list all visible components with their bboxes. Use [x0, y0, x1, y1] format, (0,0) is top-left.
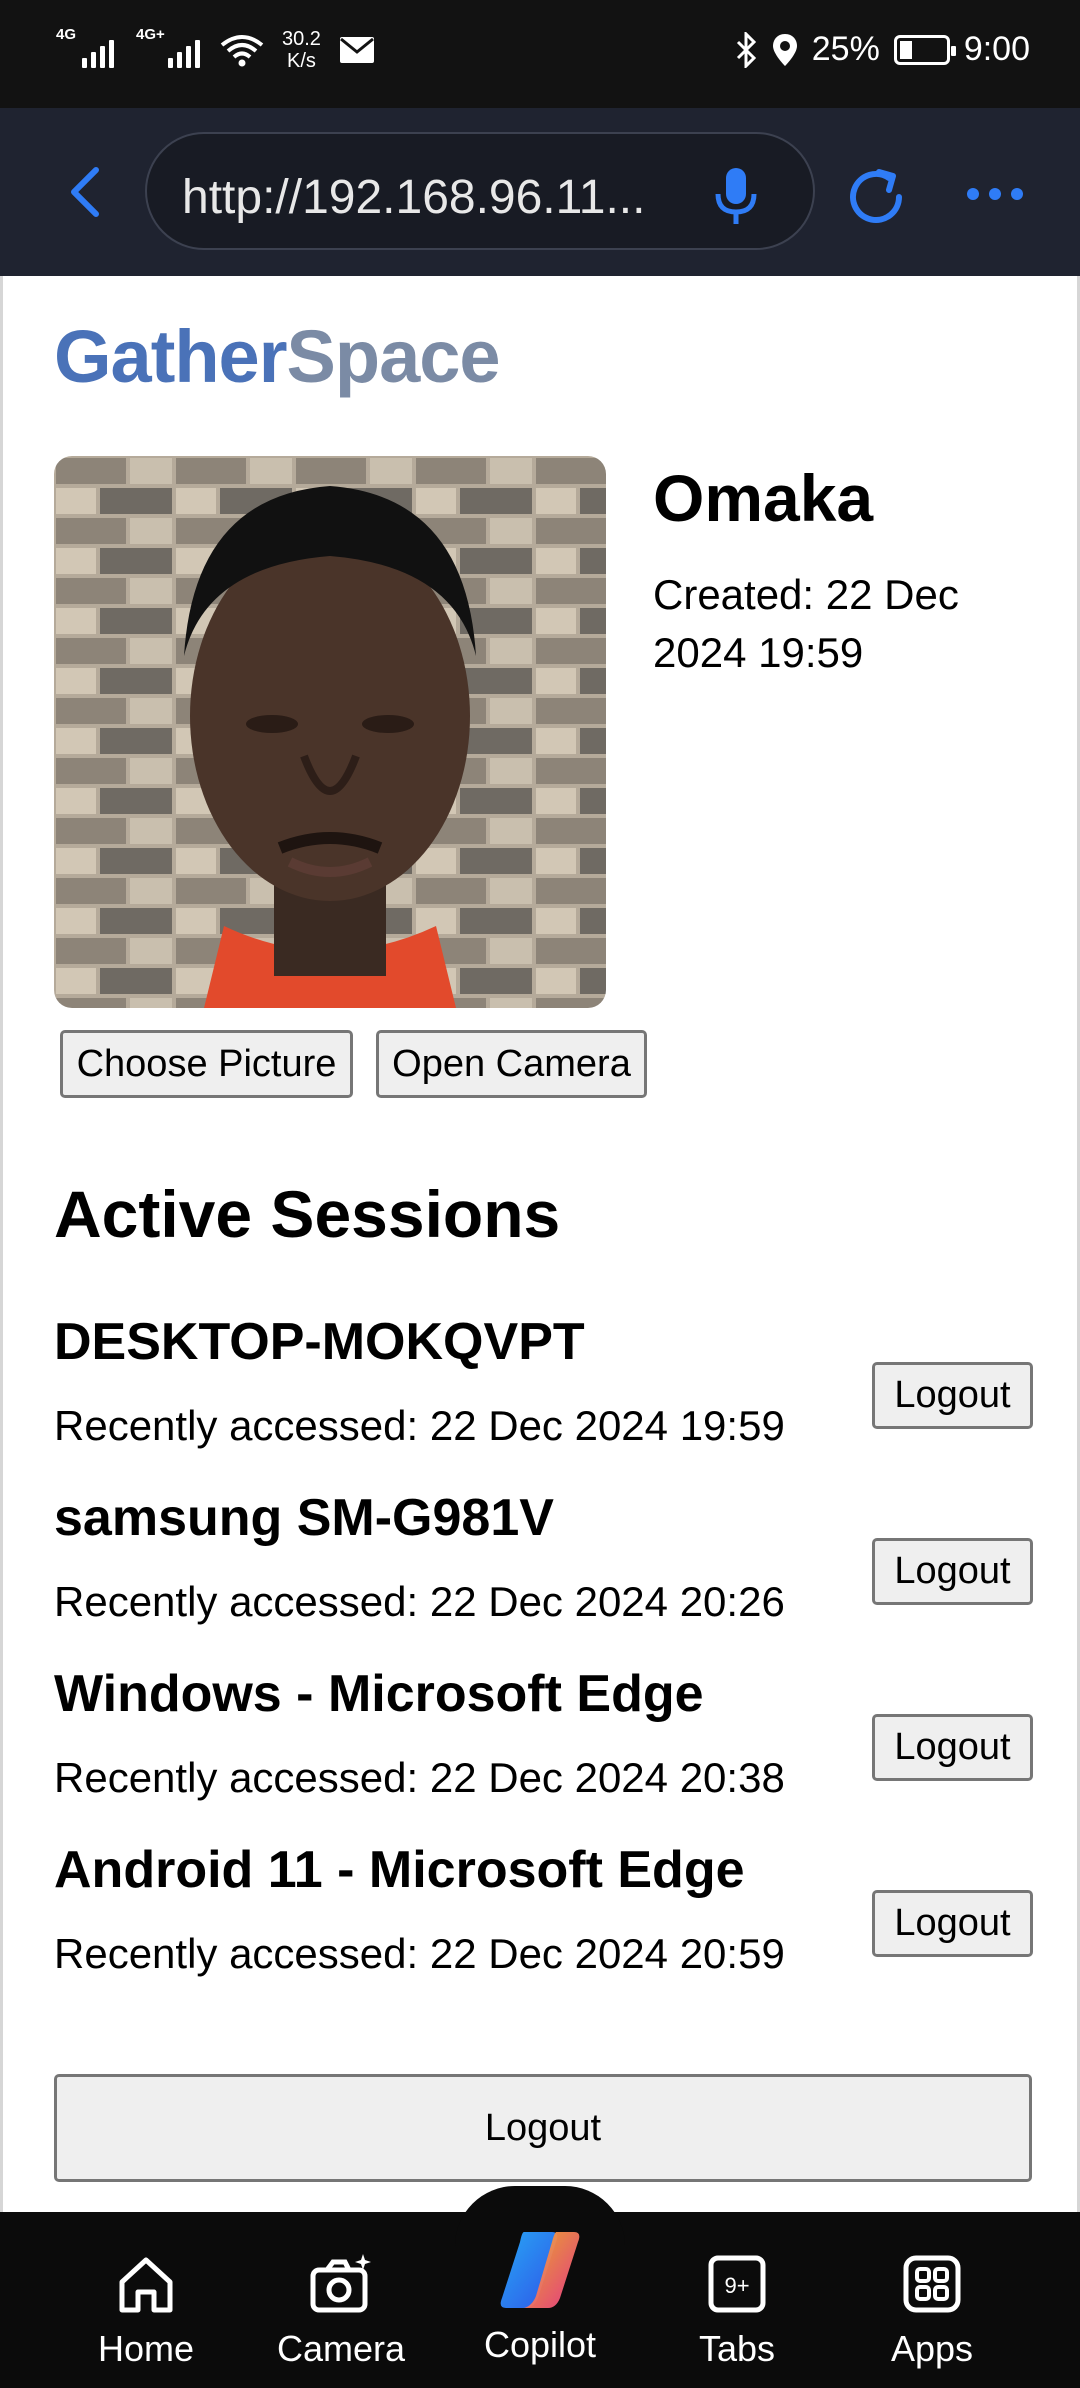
clock: 9:00 — [963, 30, 1030, 68]
session-logout-button[interactable]: Logout — [872, 1714, 1033, 1781]
session-logout-button[interactable]: Logout — [872, 1538, 1033, 1605]
refresh-icon[interactable] — [843, 164, 909, 230]
browser-toolbar: http://192.168.96.11... — [0, 108, 1080, 276]
open-camera-button[interactable]: Open Camera — [376, 1030, 647, 1098]
tabs-icon: 9+ — [708, 2255, 766, 2313]
logout-all-button[interactable]: Logout — [54, 2074, 1032, 2182]
nav-apps-label: Apps — [890, 2328, 974, 2369]
battery-percent: 25% — [811, 30, 880, 68]
profile-name: Omaka — [653, 461, 874, 535]
nav-tabs[interactable]: 9+ Tabs — [647, 2252, 827, 2370]
session-logout-button[interactable]: Logout — [872, 1890, 1033, 1957]
back-arrow-icon[interactable] — [58, 160, 114, 224]
more-options-icon[interactable] — [965, 184, 1025, 204]
brand-logo[interactable]: GatherSpace — [54, 314, 501, 399]
session-last-accessed: Recently accessed: 22 Dec 2024 20:38 — [54, 1754, 785, 1801]
bluetooth-icon — [736, 31, 756, 68]
address-bar[interactable]: http://192.168.96.11... — [145, 132, 815, 250]
session-item: Windows - Microsoft Edge Recently access… — [54, 1664, 1034, 1840]
network-speed-unit: K/s — [287, 50, 316, 72]
brand-part-1: Gather — [54, 315, 288, 398]
home-icon — [119, 2257, 173, 2313]
microphone-icon[interactable] — [711, 166, 761, 226]
nav-home[interactable]: Home — [56, 2252, 236, 2370]
nav-apps[interactable]: Apps — [842, 2252, 1022, 2370]
web-page: GatherSpace Omaka Created: 22 Dec 2024 1… — [0, 276, 1080, 2212]
nav-tabs-label: Tabs — [698, 2328, 776, 2369]
session-device-name: DESKTOP-MOKQVPT — [54, 1313, 585, 1371]
session-last-accessed: Recently accessed: 22 Dec 2024 20:26 — [54, 1578, 785, 1625]
battery-icon — [893, 34, 956, 65]
wifi-icon — [220, 35, 264, 67]
session-last-accessed: Recently accessed: 22 Dec 2024 20:59 — [54, 1930, 785, 1977]
location-icon — [772, 33, 797, 66]
nav-camera-label: Camera — [276, 2328, 406, 2369]
tabs-count-badge: 9+ — [724, 2273, 749, 2298]
status-left: 4G 4G+ 30.2 K/s — [56, 26, 375, 72]
signal-1-icon: 4G — [56, 26, 114, 68]
session-item: samsung SM-G981V Recently accessed: 22 D… — [54, 1488, 1034, 1664]
session-device-name: Windows - Microsoft Edge — [54, 1665, 704, 1723]
nav-copilot[interactable]: Copilot — [450, 2232, 630, 2366]
apps-icon — [903, 2255, 961, 2313]
profile-photo — [54, 456, 606, 1008]
brand-part-2: Space — [286, 315, 501, 398]
nav-copilot-label: Copilot — [483, 2324, 597, 2365]
nav-camera[interactable]: Camera — [251, 2252, 431, 2370]
network-speed: 30.2 K/s — [282, 28, 321, 72]
nav-home-label: Home — [97, 2328, 195, 2369]
active-sessions-heading: Active Sessions — [54, 1177, 561, 1251]
profile-picture — [54, 456, 606, 1008]
status-bar: 4G 4G+ 30.2 K/s 25% 9:00 — [0, 0, 1080, 108]
copilot-icon — [500, 2232, 580, 2308]
mail-icon — [339, 37, 374, 63]
url-text[interactable]: http://192.168.96.11... — [182, 170, 682, 225]
choose-picture-button[interactable]: Choose Picture — [60, 1030, 353, 1098]
network-speed-value: 30.2 — [282, 28, 321, 50]
network-type-1: 4G — [56, 26, 77, 43]
session-logout-button[interactable]: Logout — [872, 1362, 1033, 1429]
session-device-name: samsung SM-G981V — [54, 1489, 554, 1547]
session-item: Android 11 - Microsoft Edge Recently acc… — [54, 1840, 1034, 2016]
session-item: DESKTOP-MOKQVPT Recently accessed: 22 De… — [54, 1312, 1034, 1488]
camera-icon — [310, 2254, 371, 2313]
session-last-accessed: Recently accessed: 22 Dec 2024 19:59 — [54, 1402, 785, 1449]
network-type-2: 4G+ — [136, 26, 165, 43]
signal-2-icon: 4G+ — [136, 26, 200, 68]
session-device-name: Android 11 - Microsoft Edge — [54, 1841, 745, 1899]
status-right: 25% 9:00 — [734, 30, 1030, 69]
bottom-navigation: Home Camera Copilot 9+ Tabs Apps — [0, 2186, 1080, 2388]
profile-created-date: Created: 22 Dec 2024 19:59 — [653, 571, 959, 676]
